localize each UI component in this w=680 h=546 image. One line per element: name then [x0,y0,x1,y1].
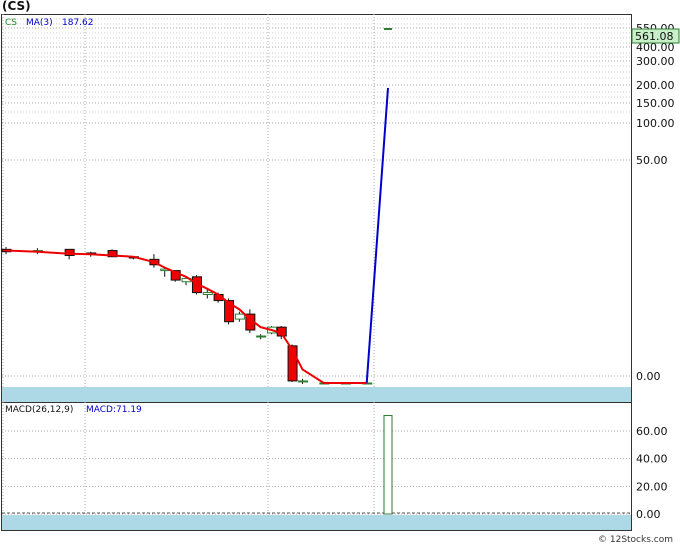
candle-body [298,380,309,383]
y-tick-label: 0.00 [636,370,661,383]
candle-body [256,335,267,338]
macd-y-tick-label: 40.00 [636,453,668,466]
macd-x-axis-band [2,515,631,530]
macd-y-tick-label: 0.00 [636,508,661,521]
macd-y-tick-label: 20.00 [636,480,668,493]
legend-ma-value: 187.62 [62,18,94,28]
macd-y-tick-label: 60.00 [636,425,668,438]
last-price-label: 561.08 [635,30,674,43]
y-tick-label: 50.00 [636,154,668,167]
candle-body [234,313,245,320]
macd-series [383,415,393,515]
macd-bar [383,415,393,515]
macd-panel-border [1,402,632,531]
candle-body [202,292,213,296]
stock-chart: 550.00400.00300.00200.00150.00100.0050.0… [1,0,680,545]
y-tick-label: 150.00 [636,97,675,110]
macd-value-label: MACD:71.19 [86,405,142,415]
legend-ma-label: MA(3) [26,18,53,28]
y-tick-label: 100.00 [636,117,675,130]
y-tick-label: 200.00 [636,79,675,92]
main-panel-border [1,14,632,403]
copyright: © 12Stocks.com [598,535,673,545]
chart-title: (CS) [2,0,31,13]
macd-params-label: MACD(26,12,9) [5,405,73,415]
legend-symbol: CS [5,18,17,28]
main-x-axis-band [2,387,631,402]
y-tick-label: 300.00 [636,55,675,68]
